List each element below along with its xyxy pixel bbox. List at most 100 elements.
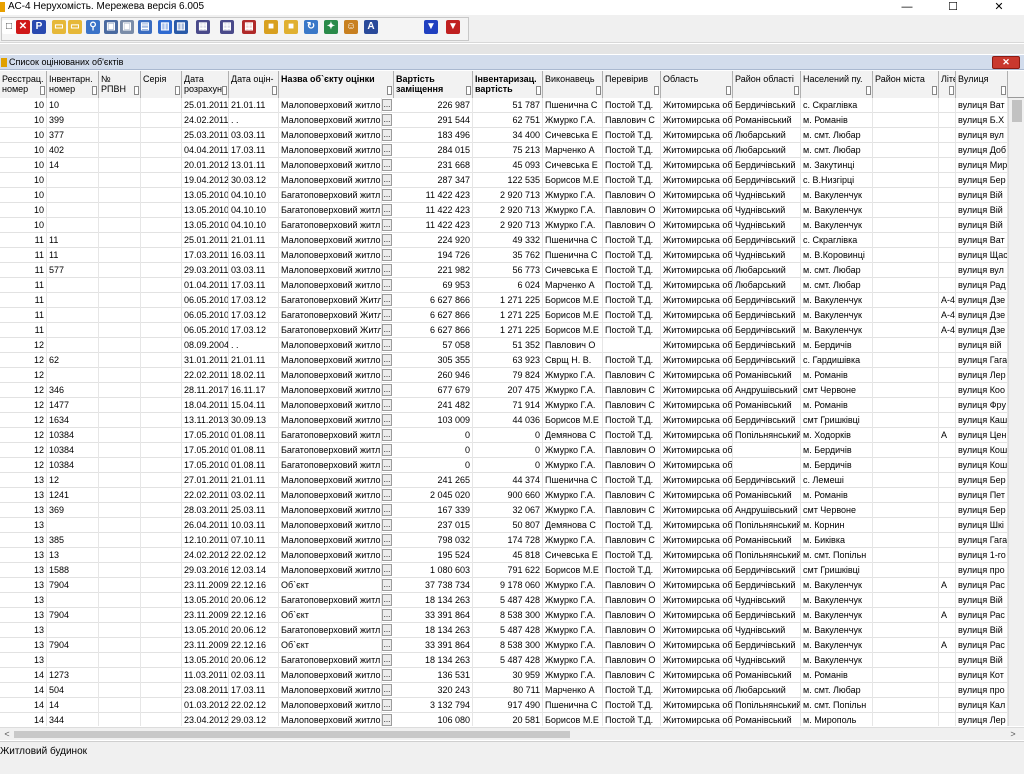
column-header-c2[interactable]: № РПВН	[99, 71, 141, 98]
object-details-button[interactable]: ...	[382, 279, 392, 291]
books-icon[interactable]: ▥	[174, 20, 188, 34]
vertical-scroll-thumb[interactable]	[1012, 100, 1022, 122]
column-filter-icon[interactable]	[92, 86, 97, 95]
table-row[interactable]: 10 402 04.04.2011 17.03.11 Малоповерховий жи…	[0, 143, 1008, 158]
table-row[interactable]: 12 10384 17.05.2010 01.08.11 Багатоповерхови…	[0, 428, 1008, 443]
maximize-button[interactable]: ☐	[930, 0, 976, 14]
column-header-c3[interactable]: Серія	[141, 71, 182, 98]
table-row[interactable]: 10 10 25.01.2011 21.01.11 Малоповерховий жит…	[0, 98, 1008, 113]
table-row[interactable]: 10 13.05.2010 04.10.10 Багатоповерховий жит…	[0, 218, 1008, 233]
column-filter-icon[interactable]	[654, 86, 659, 95]
table-row[interactable]: 12 10384 17.05.2010 01.08.11 Багатоповерхови…	[0, 443, 1008, 458]
object-details-button[interactable]: ...	[382, 549, 392, 561]
object-details-button[interactable]: ...	[382, 714, 392, 726]
table-row[interactable]: 12 346 28.11.2017 16.11.17 Малоповерховий жи…	[0, 383, 1008, 398]
object-details-button[interactable]: ...	[382, 579, 392, 591]
object-details-button[interactable]: ...	[382, 594, 392, 606]
column-filter-icon[interactable]	[40, 86, 45, 95]
filter-icon[interactable]: ▼	[424, 20, 438, 34]
minimize-button[interactable]: —	[884, 0, 930, 14]
column-filter-icon[interactable]	[272, 86, 277, 95]
object-details-button[interactable]: ...	[382, 519, 392, 531]
column-filter-icon[interactable]	[949, 86, 954, 95]
book-icon[interactable]: ▥	[158, 20, 172, 34]
table-row[interactable]: 13 13.05.2010 20.06.12 Багатоповерховий жит…	[0, 593, 1008, 608]
column-filter-icon[interactable]	[536, 86, 541, 95]
table-row[interactable]: 12 08.09.2004. . Малоповерховий житло 57 05…	[0, 338, 1008, 353]
table-row[interactable]: 10 14 20.01.2012 13.01.11 Малоповерховий жит…	[0, 158, 1008, 173]
table-row[interactable]: 11 11 17.03.2011 16.03.11 Малоповерховий жит…	[0, 248, 1008, 263]
table-row[interactable]: 13 7904 23.11.2009 22.12.16 Об`єкт 37 738 734…	[0, 578, 1008, 593]
table-row[interactable]: 11 01.04.2011 17.03.11 Малоповерховий житло…	[0, 278, 1008, 293]
object-details-button[interactable]: ...	[382, 429, 392, 441]
column-filter-icon[interactable]	[794, 86, 799, 95]
search-icon[interactable]: ⚲	[86, 20, 100, 34]
table-row[interactable]: 11 06.05.2010 17.03.12 Багатоповерховий Жит…	[0, 323, 1008, 338]
column-header-c11[interactable]: Область	[661, 71, 733, 98]
object-details-button[interactable]: ...	[382, 699, 392, 711]
table-row[interactable]: 13 7904 23.11.2009 22.12.16 Об`єкт 33 391 864…	[0, 608, 1008, 623]
object-details-button[interactable]: ...	[382, 204, 392, 216]
new-icon[interactable]: □	[2, 20, 16, 34]
table-row[interactable]: 13 7904 23.11.2009 22.12.16 Об`єкт 33 391 864…	[0, 638, 1008, 653]
map-icon[interactable]: ✦	[324, 20, 338, 34]
object-details-button[interactable]: ...	[382, 144, 392, 156]
refresh-icon[interactable]: ↻	[304, 20, 318, 34]
users-icon[interactable]: ☺	[344, 20, 358, 34]
column-header-c12[interactable]: Район області	[733, 71, 801, 98]
report-icon[interactable]: ▦	[196, 20, 210, 34]
column-header-c10[interactable]: Перевірив	[603, 71, 661, 98]
table-row[interactable]: 13 26.04.2011 10.03.11 Малоповерховий житло…	[0, 518, 1008, 533]
column-filter-icon[interactable]	[387, 86, 392, 95]
object-details-button[interactable]: ...	[382, 639, 392, 651]
panel-close-button[interactable]: ✕	[992, 56, 1020, 69]
column-header-c15[interactable]: Літе.	[939, 71, 956, 98]
table-row[interactable]: 13 13.05.2010 20.06.12 Багатоповерховий жит…	[0, 653, 1008, 668]
column-header-c0[interactable]: Реєстрац. номер	[0, 71, 47, 98]
table-row[interactable]: 13 369 28.03.2011 25.03.11 Малоповерховий жи…	[0, 503, 1008, 518]
column-header-c16[interactable]: Вулиця	[956, 71, 1008, 98]
column-filter-icon[interactable]	[222, 86, 227, 95]
column-header-c7[interactable]: Вартість заміщення	[394, 71, 473, 98]
object-details-button[interactable]: ...	[382, 294, 392, 306]
package-icon[interactable]: ■	[284, 20, 298, 34]
table-row[interactable]: 14 1273 11.03.2011 02.03.11 Малоповерховий ж…	[0, 668, 1008, 683]
column-header-c8[interactable]: Інвентаризац. вартість	[473, 71, 543, 98]
object-details-button[interactable]: ...	[382, 534, 392, 546]
column-filter-icon[interactable]	[466, 86, 471, 95]
object-details-button[interactable]: ...	[382, 684, 392, 696]
object-details-button[interactable]: ...	[382, 189, 392, 201]
column-header-c9[interactable]: Виконавець	[543, 71, 603, 98]
column-header-c14[interactable]: Район міста	[873, 71, 939, 98]
object-details-button[interactable]: ...	[382, 474, 392, 486]
table-row[interactable]: 13 13 24.02.2012 22.02.12 Малоповерховий жит…	[0, 548, 1008, 563]
open-folder-icon[interactable]: ▭	[52, 20, 66, 34]
table-row[interactable]: 12 10384 17.05.2010 01.08.11 Багатоповерхови…	[0, 458, 1008, 473]
delete-icon[interactable]: ✕	[16, 20, 30, 34]
table-row[interactable]: 10 19.04.2012 30.03.12 Малоповерховий житло…	[0, 173, 1008, 188]
column-filter-icon[interactable]	[596, 86, 601, 95]
column-header-c1[interactable]: Інвентарн. номер	[47, 71, 99, 98]
table-row[interactable]: 11 06.05.2010 17.03.12 Багатоповерховий Жит…	[0, 308, 1008, 323]
object-details-button[interactable]: ...	[382, 219, 392, 231]
table-row[interactable]: 14 14 01.03.2012 22.02.12 Малоповерховий жит…	[0, 698, 1008, 713]
object-details-button[interactable]: ...	[382, 249, 392, 261]
table-row[interactable]: 12 22.02.2011 18.02.11 Малоповерховий житло…	[0, 368, 1008, 383]
column-header-c6[interactable]: Назва об`єкту оцінки	[279, 71, 394, 98]
table-row[interactable]: 11 577 29.03.2011 03.03.11 Малоповерховий жи…	[0, 263, 1008, 278]
close-button[interactable]: ✕	[976, 0, 1022, 14]
object-details-button[interactable]: ...	[382, 309, 392, 321]
object-details-button[interactable]: ...	[382, 324, 392, 336]
pdf-icon[interactable]: P	[32, 20, 46, 34]
object-details-button[interactable]: ...	[382, 174, 392, 186]
object-details-button[interactable]: ...	[382, 399, 392, 411]
report-export-icon[interactable]: ▦	[220, 20, 234, 34]
table-row[interactable]: 12 1634 13.11.2013 30.09.13 Малоповерховий ж…	[0, 413, 1008, 428]
object-details-button[interactable]: ...	[382, 504, 392, 516]
horizontal-scrollbar[interactable]: < >	[0, 727, 1024, 740]
column-header-c4[interactable]: Дата розрахун.	[182, 71, 229, 98]
table-row[interactable]: 12 1477 18.04.2011 15.04.11 Малоповерховий ж…	[0, 398, 1008, 413]
box-icon[interactable]: ■	[264, 20, 278, 34]
object-details-button[interactable]: ...	[382, 369, 392, 381]
object-details-button[interactable]: ...	[382, 159, 392, 171]
